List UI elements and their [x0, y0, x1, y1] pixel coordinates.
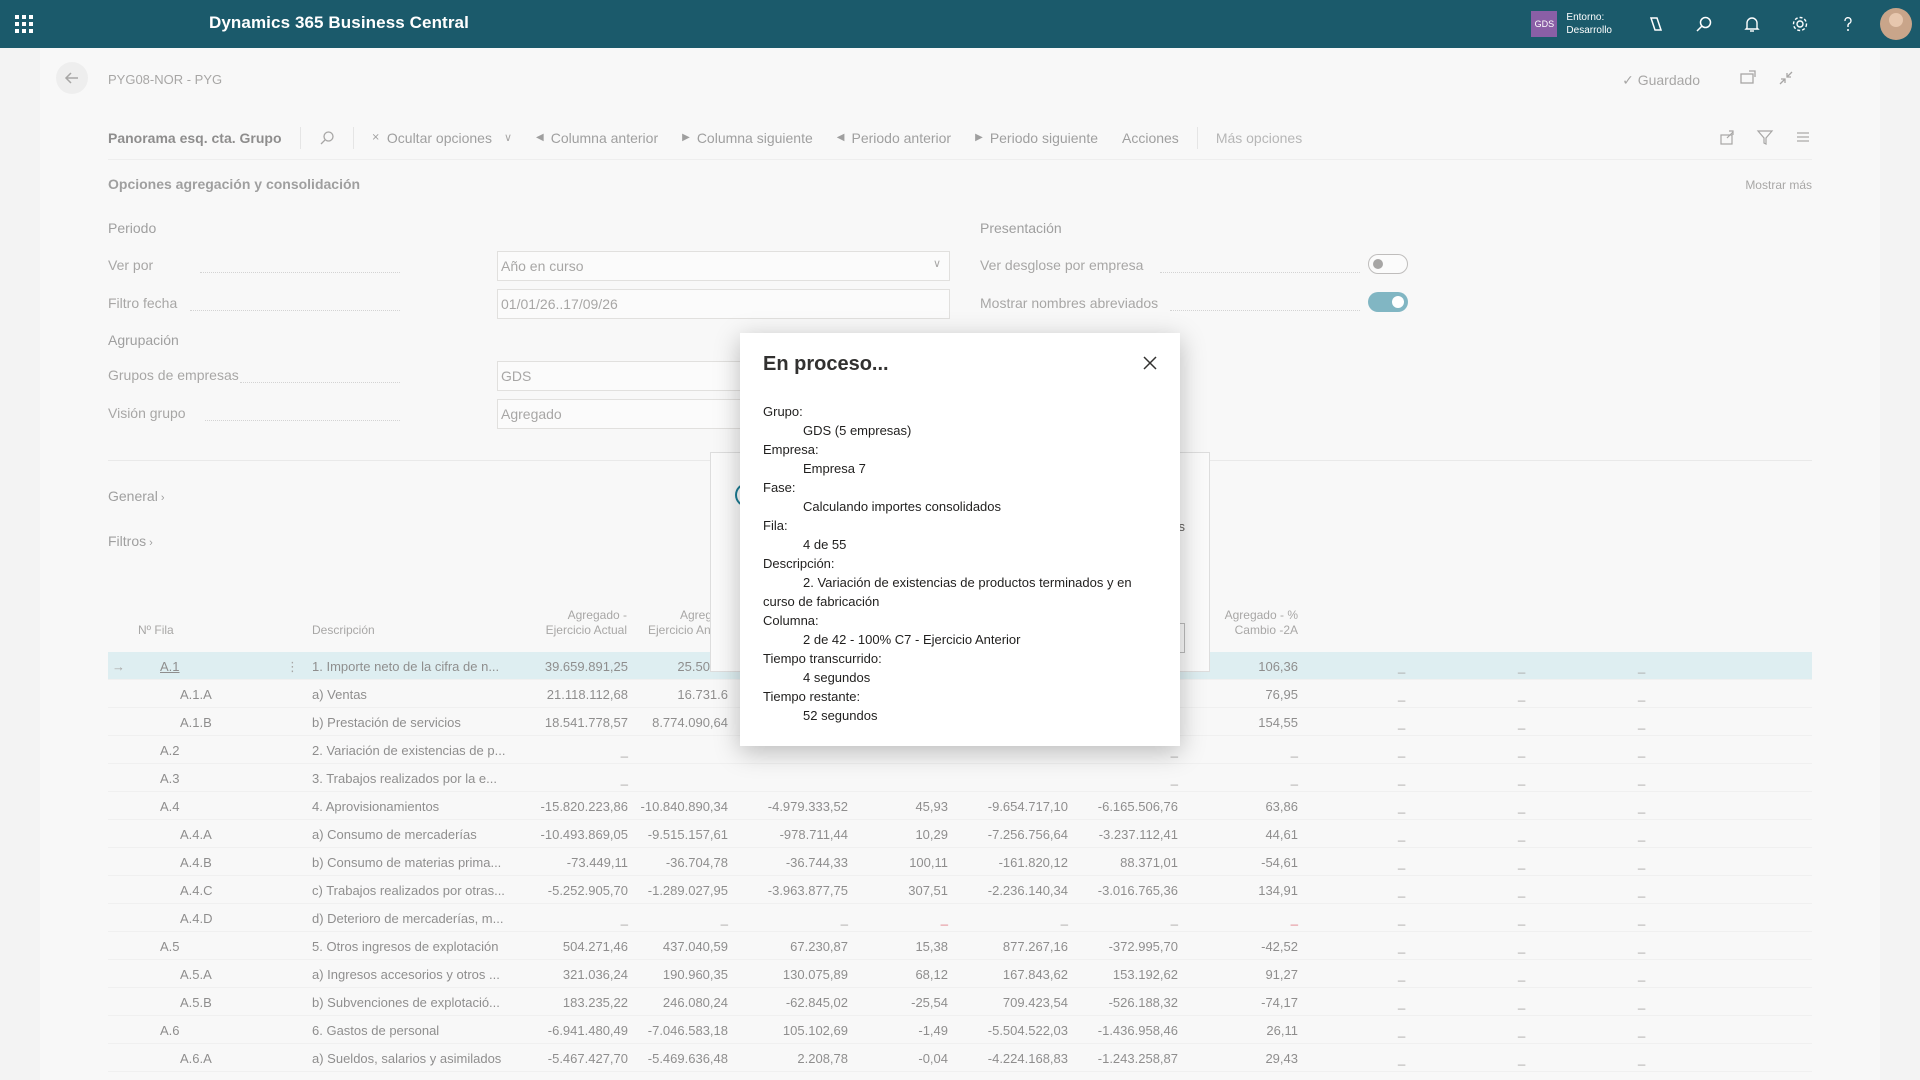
- app-title[interactable]: Dynamics 365 Business Central: [209, 13, 469, 33]
- fila-value: 4 de 55: [803, 537, 847, 552]
- descripcion-label: Descripción:: [763, 556, 835, 571]
- dialog-title: En proceso...: [763, 353, 889, 375]
- tiempo-restante-label: Tiempo restante:: [763, 689, 861, 704]
- help-button[interactable]: [1824, 0, 1872, 48]
- grupo-value: GDS (5 empresas): [803, 423, 912, 438]
- tiempo-transcurrido-value: 4 segundos: [803, 670, 871, 685]
- waffle-icon: [15, 15, 33, 33]
- search-button[interactable]: [1680, 0, 1728, 48]
- search-icon: [1696, 16, 1712, 32]
- descripcion-value: 2. Variación de existencias de productos…: [763, 575, 1132, 609]
- settings-button[interactable]: [1776, 0, 1824, 48]
- copilot-icon: [1649, 17, 1663, 31]
- fila-label: Fila:: [763, 518, 788, 533]
- dialog-body: Grupo: GDS (5 empresas) Empresa: Empresa…: [763, 402, 1163, 725]
- close-icon[interactable]: [1142, 355, 1158, 371]
- environment-badge[interactable]: GDS: [1531, 11, 1558, 37]
- copilot-button[interactable]: [1632, 0, 1680, 48]
- environment-label: Entorno:: [1566, 12, 1605, 23]
- app-top-bar: Dynamics 365 Business Central GDS Entorn…: [0, 0, 1920, 48]
- columna-value: 2 de 42 - 100% C7 - Ejercicio Anterior: [803, 632, 1021, 647]
- empresa-label: Empresa:: [763, 442, 819, 457]
- tiempo-restante-value: 52 segundos: [803, 708, 878, 723]
- gear-icon: [1792, 16, 1808, 32]
- tiempo-transcurrido-label: Tiempo transcurrido:: [763, 651, 882, 666]
- user-avatar[interactable]: [1880, 8, 1912, 40]
- grupo-label: Grupo:: [763, 404, 803, 419]
- help-icon: [1844, 17, 1852, 31]
- empresa-value: Empresa 7: [803, 461, 866, 476]
- fase-value: Calculando importes consolidados: [803, 499, 1002, 514]
- fase-label: Fase:: [763, 480, 796, 495]
- app-launcher-button[interactable]: [0, 0, 48, 48]
- environment-value: Desarrollo: [1566, 25, 1612, 36]
- columna-label: Columna:: [763, 613, 819, 628]
- progress-dialog: En proceso... Grupo: GDS (5 empresas) Em…: [740, 333, 1180, 746]
- notifications-button[interactable]: [1728, 0, 1776, 48]
- bell-icon: [1744, 17, 1760, 32]
- environment-info[interactable]: Entorno: Desarrollo: [1566, 11, 1612, 37]
